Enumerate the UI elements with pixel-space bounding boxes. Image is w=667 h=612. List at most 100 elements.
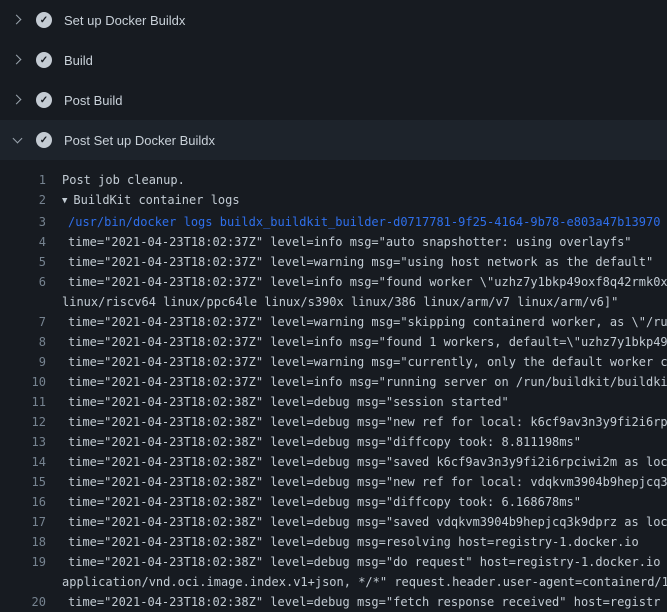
log-text: time="2021-04-23T18:02:38Z" level=debug … (46, 592, 660, 612)
log-text-content: time="2021-04-23T18:02:37Z" level=info m… (68, 375, 667, 389)
step-header-set-up-docker-buildx[interactable]: ✓ Set up Docker Buildx (0, 0, 667, 40)
step-label: Post Build (64, 93, 123, 108)
log-text-content: time="2021-04-23T18:02:37Z" level=info m… (68, 275, 667, 289)
log-line-number[interactable]: 19 (0, 552, 46, 572)
log-line-number[interactable]: 2 (0, 190, 46, 212)
log-line-number[interactable]: 16 (0, 492, 46, 512)
log-text-content: time="2021-04-23T18:02:38Z" level=debug … (68, 415, 667, 429)
log-text-content: /usr/bin/docker logs buildx_buildkit_bui… (68, 215, 660, 229)
log-text: time="2021-04-23T18:02:37Z" level=info m… (46, 372, 667, 392)
log-text-content: BuildKit container logs (73, 193, 239, 207)
log-line: 17 time="2021-04-23T18:02:38Z" level=debu… (0, 512, 667, 532)
log-line: 3/usr/bin/docker logs buildx_buildkit_bu… (0, 212, 667, 232)
log-line-number[interactable]: 4 (0, 232, 46, 252)
log-line-number[interactable]: 1 (0, 170, 46, 190)
log-line-number[interactable]: 14 (0, 452, 46, 472)
log-line: linux/riscv64 linux/ppc64le linux/s390x … (0, 292, 667, 312)
log-text: time="2021-04-23T18:02:37Z" level=info m… (46, 272, 667, 292)
step-label: Post Set up Docker Buildx (64, 133, 215, 148)
log-group-toggle-icon[interactable]: ▼ (62, 191, 67, 211)
log-text: time="2021-04-23T18:02:38Z" level=debug … (46, 472, 667, 492)
log-line: 12 time="2021-04-23T18:02:38Z" level=debu… (0, 412, 667, 432)
log-line-number[interactable]: 5 (0, 252, 46, 272)
log-text: time="2021-04-23T18:02:38Z" level=debug … (46, 552, 667, 572)
log-command-text: /usr/bin/docker logs buildx_buildkit_bui… (46, 212, 660, 232)
step-header-post-set-up-docker-buildx[interactable]: ✓ Post Set up Docker Buildx (0, 120, 667, 160)
log-text-content: time="2021-04-23T18:02:37Z" level=warnin… (68, 255, 653, 269)
log-line-number[interactable]: 8 (0, 332, 46, 352)
step-header-post-build[interactable]: ✓ Post Build (0, 80, 667, 120)
log-line: 15 time="2021-04-23T18:02:38Z" level=debu… (0, 472, 667, 492)
log-text-content: time="2021-04-23T18:02:38Z" level=debug … (68, 455, 667, 469)
log-text-content: application/vnd.oci.image.index.v1+json,… (62, 575, 667, 589)
log-line-number[interactable]: 10 (0, 372, 46, 392)
log-line: 9 time="2021-04-23T18:02:37Z" level=warni… (0, 352, 667, 372)
log-line-number[interactable]: 12 (0, 412, 46, 432)
chevron-down-icon (12, 134, 24, 146)
log-line: 5 time="2021-04-23T18:02:37Z" level=warni… (0, 252, 667, 272)
log-line-number[interactable]: 18 (0, 532, 46, 552)
log-text: application/vnd.oci.image.index.v1+json,… (46, 572, 667, 592)
step-label: Set up Docker Buildx (64, 13, 185, 28)
log-text-content: time="2021-04-23T18:02:37Z" level=warnin… (68, 355, 667, 369)
log-text: time="2021-04-23T18:02:38Z" level=debug … (46, 452, 667, 472)
log-text: time="2021-04-23T18:02:37Z" level=warnin… (46, 312, 667, 332)
log-line-number (0, 292, 46, 312)
log-line: 19 time="2021-04-23T18:02:38Z" level=debu… (0, 552, 667, 572)
log-line: 18 time="2021-04-23T18:02:38Z" level=debu… (0, 532, 667, 552)
log-line: 1 Post job cleanup. (0, 170, 667, 190)
log-line-number[interactable]: 20 (0, 592, 46, 612)
success-check-icon: ✓ (36, 92, 52, 108)
log-text: linux/riscv64 linux/ppc64le linux/s390x … (46, 292, 618, 312)
log-text-content: time="2021-04-23T18:02:38Z" level=debug … (68, 475, 667, 489)
log-text: time="2021-04-23T18:02:38Z" level=debug … (46, 492, 581, 512)
log-text: time="2021-04-23T18:02:37Z" level=warnin… (46, 252, 653, 272)
chevron-right-icon (12, 14, 24, 26)
log-text: ▼ BuildKit container logs (46, 190, 240, 212)
step-label: Build (64, 53, 93, 68)
log-text: time="2021-04-23T18:02:37Z" level=info m… (46, 232, 632, 252)
log-text-content: time="2021-04-23T18:02:37Z" level=warnin… (68, 315, 667, 329)
log-text: time="2021-04-23T18:02:38Z" level=debug … (46, 512, 667, 532)
log-text: Post job cleanup. (46, 170, 185, 190)
success-check-icon: ✓ (36, 132, 52, 148)
log-line: application/vnd.oci.image.index.v1+json,… (0, 572, 667, 592)
log-line-number[interactable]: 13 (0, 432, 46, 452)
log-line: 13 time="2021-04-23T18:02:38Z" level=debu… (0, 432, 667, 452)
log-text-content: time="2021-04-23T18:02:38Z" level=debug … (68, 555, 667, 569)
log-line: 16 time="2021-04-23T18:02:38Z" level=debu… (0, 492, 667, 512)
log-text-content: time="2021-04-23T18:02:38Z" level=debug … (68, 515, 667, 529)
log-line-number[interactable]: 6 (0, 272, 46, 292)
log-text-content: time="2021-04-23T18:02:38Z" level=debug … (68, 435, 581, 449)
log-text-content: Post job cleanup. (62, 173, 185, 187)
log-line-number[interactable]: 9 (0, 352, 46, 372)
log-text-content: linux/riscv64 linux/ppc64le linux/s390x … (62, 295, 618, 309)
success-check-icon: ✓ (36, 12, 52, 28)
log-text-content: time="2021-04-23T18:02:37Z" level=info m… (68, 335, 667, 349)
log-line: 14 time="2021-04-23T18:02:38Z" level=debu… (0, 452, 667, 472)
log-text: time="2021-04-23T18:02:37Z" level=info m… (46, 332, 667, 352)
chevron-right-icon (12, 94, 24, 106)
log-text: time="2021-04-23T18:02:38Z" level=debug … (46, 432, 581, 452)
log-line: 7 time="2021-04-23T18:02:37Z" level=warni… (0, 312, 667, 332)
log-text: time="2021-04-23T18:02:37Z" level=warnin… (46, 352, 667, 372)
log-text-content: time="2021-04-23T18:02:37Z" level=info m… (68, 235, 632, 249)
log-text: time="2021-04-23T18:02:38Z" level=debug … (46, 412, 667, 432)
log-line-number[interactable]: 11 (0, 392, 46, 412)
log-line-number[interactable]: 3 (0, 212, 46, 232)
log-line-number (0, 572, 46, 592)
log-line-number[interactable]: 7 (0, 312, 46, 332)
log-container[interactable]: 1 Post job cleanup. 2 ▼ BuildKit container l… (0, 160, 667, 612)
log-text-content: time="2021-04-23T18:02:38Z" level=debug … (68, 395, 509, 409)
chevron-right-icon (12, 54, 24, 66)
step-header-build[interactable]: ✓Build (0, 40, 667, 80)
log-line: 2 ▼ BuildKit container logs (0, 190, 667, 212)
log-text: time="2021-04-23T18:02:38Z" level=debug … (46, 392, 509, 412)
log-line: 4 time="2021-04-23T18:02:37Z" level=info … (0, 232, 667, 252)
log-text-content: time="2021-04-23T18:02:38Z" level=debug … (68, 495, 581, 509)
steps-list: ✓ Set up Docker Buildx ✓Build ✓ Post Build ✓ P… (0, 0, 667, 160)
log-line: 10 time="2021-04-23T18:02:37Z" level=info… (0, 372, 667, 392)
log-line-number[interactable]: 17 (0, 512, 46, 532)
log-text-content: time="2021-04-23T18:02:38Z" level=debug … (68, 535, 639, 549)
log-line-number[interactable]: 15 (0, 472, 46, 492)
